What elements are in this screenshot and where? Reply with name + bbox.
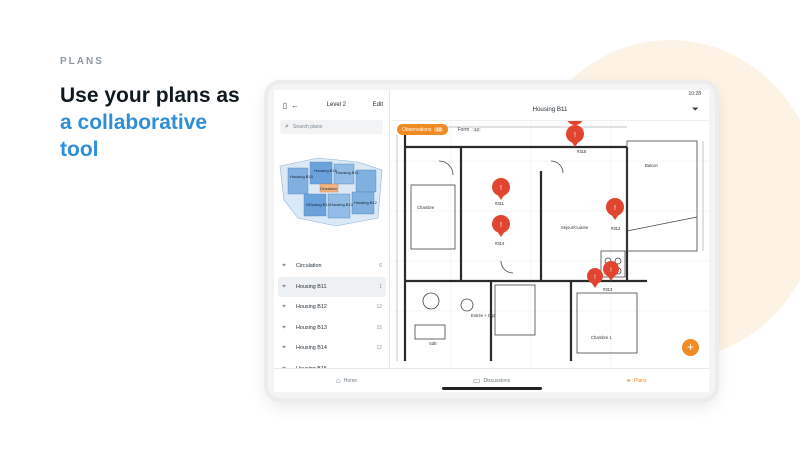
home-indicator <box>442 387 542 390</box>
plan-title: Housing B11 <box>532 106 568 113</box>
pin-label: #313 <box>603 287 613 292</box>
thumb-label-b12: Housing B12 <box>354 200 378 205</box>
plan-list: ⌖ Circulation 6 ⌖ Housing B11 1 ⌖ Housin… <box>278 256 386 379</box>
pin-label: #311 <box>495 201 505 206</box>
location-pin-icon: ⌖ <box>282 303 286 311</box>
sidebar: ▯ ← Level 2 Edit ⌕ Search plans Housing … <box>274 90 390 372</box>
list-item[interactable]: ⌖ Circulation 6 <box>278 256 386 277</box>
room-label-sejour: Séjour/Cuisine <box>561 225 589 230</box>
title-bar: Housing B11 ⏷ <box>391 99 709 121</box>
list-item-label: Housing B13 <box>296 324 327 331</box>
search-icon: ⌕ <box>285 123 289 130</box>
list-item[interactable]: ⌖ Housing B11 1 <box>278 276 386 297</box>
tablet-frame: ▯ ← Level 2 Edit ⌕ Search plans Housing … <box>268 84 715 398</box>
room-label-chambre: Chambre <box>417 205 435 210</box>
home-icon: ⌂ <box>335 376 341 385</box>
back-arrow-icon[interactable]: ← <box>290 100 300 110</box>
pin-label: #312 <box>611 226 621 231</box>
thumb-label-b13: Housing B13 <box>330 202 354 207</box>
search-placeholder: Search plans <box>292 124 323 130</box>
svg-text:!: ! <box>574 132 576 139</box>
tab-observations[interactable]: Observations 18 <box>397 124 449 135</box>
tablet-screen: ▯ ← Level 2 Edit ⌕ Search plans Housing … <box>274 90 709 392</box>
search-input[interactable]: ⌕ Search plans <box>280 120 383 134</box>
list-item[interactable]: ⌖ Housing B13 15 <box>278 318 386 339</box>
thumb-label-circulation: Circulation <box>320 187 337 191</box>
status-bar: 10:28 <box>391 90 709 99</box>
room-label-chambre-1: Chambre 1 <box>591 335 612 340</box>
list-item-count: 1 <box>379 283 382 290</box>
thumb-label-b11: Housing B11 <box>336 170 359 175</box>
nav-label: Plans <box>634 377 647 384</box>
status-time: 10:28 <box>688 91 701 97</box>
nav-label: Discussions <box>483 377 511 384</box>
sidebar-header: ▯ ← Level 2 Edit <box>274 90 389 120</box>
pin-icon: ⌖ <box>626 375 631 385</box>
plan-thumbnail[interactable]: Housing B15 Housing B16 Housing B11 Circ… <box>274 148 390 248</box>
plan-viewer: 10:28 Housing B11 ⏷ Chambre Séjour/Cuisi… <box>391 90 709 368</box>
nav-label: Home <box>343 377 358 384</box>
pin-label: #314 <box>495 241 505 246</box>
floor-plan[interactable]: Chambre Séjour/Cuisine Entrée + Dgt Cham… <box>391 121 709 368</box>
filter-icon[interactable]: ⏷ <box>692 104 699 115</box>
list-item-label: Housing B12 <box>296 304 327 311</box>
svg-text:!: ! <box>500 222 502 229</box>
chat-icon: ▭ <box>472 376 481 385</box>
tab-badge: 12 <box>472 127 482 132</box>
room-label-entree: Entrée + Dgt <box>471 313 495 318</box>
location-pin-icon: ⌖ <box>282 282 286 290</box>
room-label-balcon: Balcon <box>645 163 658 168</box>
stage: PLANS Use your plans as a collaborative … <box>0 0 800 450</box>
list-item-label: Housing B14 <box>296 345 327 352</box>
location-pin-icon: ⌖ <box>282 323 286 331</box>
thumb-label-b14: HOusing B14 <box>306 202 331 207</box>
headline-line-2: a collaborative <box>60 111 208 134</box>
tab-badge: 18 <box>434 127 444 132</box>
list-item-count: 12 <box>376 345 382 352</box>
list-item-label: Housing B11 <box>296 283 327 290</box>
list-item-label: Circulation <box>296 263 322 270</box>
list-item[interactable]: ⌖ Housing B14 12 <box>278 338 386 359</box>
svg-text:!: ! <box>500 185 502 192</box>
edit-button[interactable]: Edit <box>373 102 383 108</box>
room-label-sde: SdE <box>429 341 437 346</box>
list-item[interactable]: ⌖ Housing B12 12 <box>278 297 386 318</box>
tab-label: Observations <box>402 126 432 133</box>
pin-label: #315 <box>577 149 587 154</box>
list-item-count: 15 <box>376 324 382 331</box>
bottom-nav: ⌂ Home ▭ Discussions ⌖ Plans <box>274 368 709 392</box>
thumb-label-b16: Housing B16 <box>314 168 338 173</box>
thumb-label-b15: Housing B15 <box>290 174 314 179</box>
headline-line-1: Use your plans as <box>60 84 240 107</box>
list-item-count: 6 <box>379 263 382 270</box>
headline-line-3: tool <box>60 138 99 161</box>
sidebar-toggle-icon[interactable]: ▯ <box>280 100 290 110</box>
eyebrow: PLANS <box>60 56 104 67</box>
location-pin-icon: ⌖ <box>282 262 286 270</box>
nav-home[interactable]: ⌂ Home <box>274 369 419 392</box>
headline: Use your plans as a collaborative tool <box>60 82 260 163</box>
location-pin-icon: ⌖ <box>282 344 286 352</box>
level-title: Level 2 <box>326 102 346 108</box>
tab-label: Form <box>457 126 470 133</box>
list-item-count: 12 <box>376 304 382 311</box>
svg-text:!: ! <box>614 205 616 212</box>
nav-plans[interactable]: ⌖ Plans <box>564 369 709 392</box>
tab-form[interactable]: Form 12 <box>452 124 486 135</box>
observation-tabs: Observations 18 Form 12 <box>397 124 486 135</box>
add-observation-button[interactable]: + <box>682 339 699 356</box>
